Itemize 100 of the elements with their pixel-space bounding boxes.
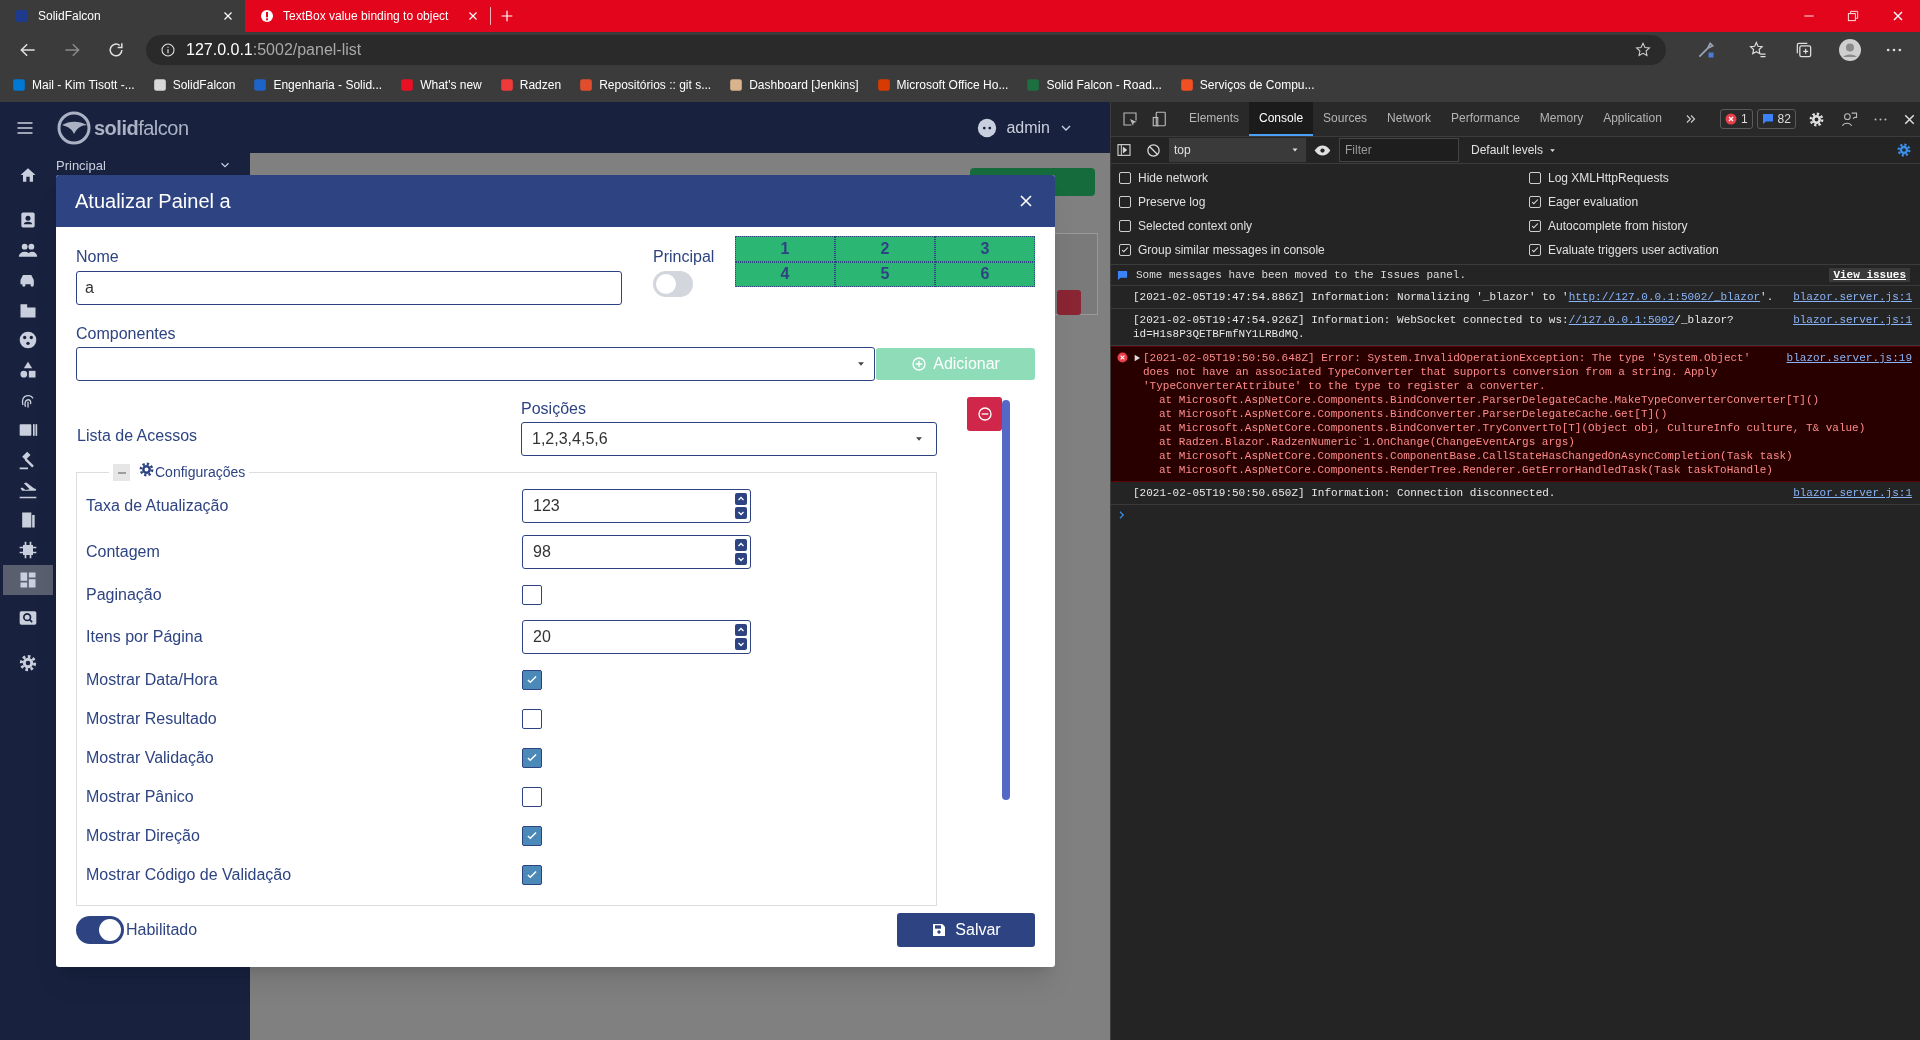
name-input[interactable]: a <box>76 271 622 305</box>
collections-icon[interactable] <box>1794 40 1814 60</box>
toggle-switch[interactable] <box>653 271 693 297</box>
spin-up-icon[interactable] <box>735 539 747 551</box>
spin-up-icon[interactable] <box>735 493 747 505</box>
spin-down-icon[interactable] <box>735 553 747 565</box>
source-link[interactable]: blazor.server.js:1 <box>1793 290 1912 304</box>
source-link[interactable]: blazor.server.js:19 <box>1786 351 1912 365</box>
bookmark[interactable]: Radzen <box>499 76 562 94</box>
url-link[interactable]: http://127.0.0.1:5002/_blazor <box>1568 291 1761 303</box>
checkbox[interactable] <box>522 786 542 807</box>
toggle-switch[interactable] <box>76 916 124 944</box>
save-button[interactable]: Salvar <box>897 913 1035 947</box>
spin-down-icon[interactable] <box>735 638 747 650</box>
error-count-badge[interactable]: 1 <box>1719 109 1753 129</box>
field-label: Taxa de Atualização <box>85 496 230 516</box>
devtools-tab[interactable]: Console <box>1249 102 1314 136</box>
stack-trace-line: at Microsoft.AspNetCore.Components.BindConverter.ParserDelegateCache.MakeTypeConverterConverter[T]() <box>1158 393 1821 407</box>
info-icon <box>160 42 176 58</box>
scrollbar-thumb[interactable] <box>1002 400 1010 800</box>
clear-icon[interactable] <box>1146 142 1161 158</box>
bookmark[interactable]: Mail - Kim Tisott -... <box>12 76 135 94</box>
favicon-icon <box>259 8 275 24</box>
source-link[interactable]: blazor.server.js:1 <box>1793 313 1912 327</box>
feedback-icon[interactable] <box>1840 110 1858 128</box>
extension-icon[interactable] <box>1696 40 1716 60</box>
check-icon <box>1530 197 1540 207</box>
stack-trace-line: at Microsoft.AspNetCore.Components.ComponentBase.CallStateHasChangedOnAsyncCompletion(Task task) <box>1158 449 1794 463</box>
devtools-tab[interactable]: Performance <box>1441 102 1530 136</box>
checkbox[interactable] <box>522 708 542 729</box>
levels-dropdown[interactable]: Default levels <box>1471 141 1559 159</box>
bookmark[interactable]: Repositórios :: git s... <box>579 76 712 94</box>
devtools-tab[interactable]: Elements <box>1179 102 1250 136</box>
dialog-title: Atualizar Painel a <box>75 189 231 214</box>
bookmark[interactable]: What's new <box>400 76 482 94</box>
bookmark[interactable]: SolidFalcon <box>152 76 236 94</box>
triangle-right-icon[interactable] <box>1133 354 1141 362</box>
user-menu[interactable]: admin <box>976 115 1074 140</box>
checkbox[interactable] <box>522 825 542 846</box>
bookmark[interactable]: Microsoft Office Ho... <box>876 76 1009 94</box>
refresh-icon[interactable] <box>106 40 126 60</box>
devtools-tab[interactable]: Network <box>1377 102 1442 136</box>
inspect-icon[interactable] <box>1121 110 1139 128</box>
checkbox[interactable] <box>522 864 542 885</box>
bookmark[interactable]: Solid Falcon - Road... <box>1026 76 1162 94</box>
checkbox-label: Hide network <box>1138 170 1209 187</box>
context-dropdown[interactable]: top <box>1169 138 1306 162</box>
devtools-tab[interactable]: Memory <box>1529 102 1594 136</box>
checkbox-label: Eager evaluation <box>1548 194 1639 211</box>
device-icon[interactable] <box>1151 110 1169 128</box>
filter-input[interactable]: Filter <box>1339 138 1459 162</box>
chip-icon <box>18 540 38 560</box>
number-input[interactable]: 123 <box>522 489 751 523</box>
devtools-tab[interactable]: Sources <box>1313 102 1378 136</box>
remove-button[interactable] <box>967 397 1002 431</box>
restore-icon[interactable] <box>1846 9 1860 23</box>
bookmark-icon <box>499 78 514 92</box>
number-input[interactable]: 20 <box>522 620 751 654</box>
settings-icon[interactable] <box>1807 110 1825 128</box>
view-issues-link[interactable]: View issues <box>1829 268 1910 282</box>
position-cell: 1 <box>735 236 835 262</box>
message-icon <box>1761 113 1774 125</box>
checkbox[interactable] <box>522 747 542 768</box>
profile-avatar-icon[interactable] <box>1838 38 1862 62</box>
dropdown[interactable] <box>76 347 876 381</box>
message-count-badge[interactable]: 82 <box>1756 109 1796 129</box>
prompt-chevron-icon[interactable] <box>1117 510 1127 520</box>
settings-icon[interactable] <box>1896 142 1912 158</box>
url-link[interactable]: //127.0.0.1:5002 <box>1568 314 1675 326</box>
favorites-icon[interactable] <box>1748 40 1768 60</box>
source-link[interactable]: blazor.server.js:1 <box>1793 486 1912 500</box>
checkbox[interactable] <box>522 669 542 690</box>
position-cell: 3 <box>935 236 1035 262</box>
bookmark-icon <box>876 78 891 92</box>
sidebar-toggle-icon[interactable] <box>1116 142 1132 158</box>
devtools-tab[interactable]: Application <box>1593 102 1672 136</box>
field-label: Nome <box>76 247 120 267</box>
spin-down-icon[interactable] <box>735 507 747 519</box>
bookmark[interactable]: Serviços de Compu... <box>1179 76 1315 94</box>
field-label: Mostrar Data/Hora <box>85 669 219 690</box>
number-input[interactable]: 98 <box>522 535 751 569</box>
bookmark-icon <box>579 78 594 92</box>
browser-tab[interactable]: SolidFalcon <box>0 0 245 32</box>
contact-card-icon <box>18 210 38 230</box>
spin-up-icon[interactable] <box>735 624 747 636</box>
dropdown[interactable]: 1,2,3,4,5,6 <box>521 422 937 456</box>
address-bar[interactable]: 127.0.0.1:5002/panel-list <box>146 35 1666 65</box>
bookmark[interactable]: Dashboard [Jenkins] <box>729 76 859 94</box>
checkbox[interactable] <box>522 584 542 605</box>
field-label: Lista de Acessos <box>77 426 198 446</box>
star-add-icon[interactable] <box>1634 41 1652 59</box>
minus-circle-icon <box>976 406 993 422</box>
console-message: [2021-02-05T19:50:50.648Z] Error: System.InvalidOperationException: The type 'System.Object' does not have an associated TypeConverter that supports conversion from a string. Apply 'TypeConverterAttribute' to the type to register a converter. <box>1143 351 1752 393</box>
face-icon <box>976 116 999 139</box>
airplane-icon <box>18 480 38 500</box>
field-label: Paginação <box>85 584 163 605</box>
console-message: [2021-02-05T19:50:50.650Z] Information: Connection disconnected. <box>1133 487 1556 499</box>
bookmark[interactable]: Engenharia - Solid... <box>253 76 383 94</box>
field-label: Posições <box>521 399 586 419</box>
stack-trace-line: at Radzen.Blazor.RadzenNumeric`1.OnChange(ChangeEventArgs args) <box>1158 435 1576 449</box>
